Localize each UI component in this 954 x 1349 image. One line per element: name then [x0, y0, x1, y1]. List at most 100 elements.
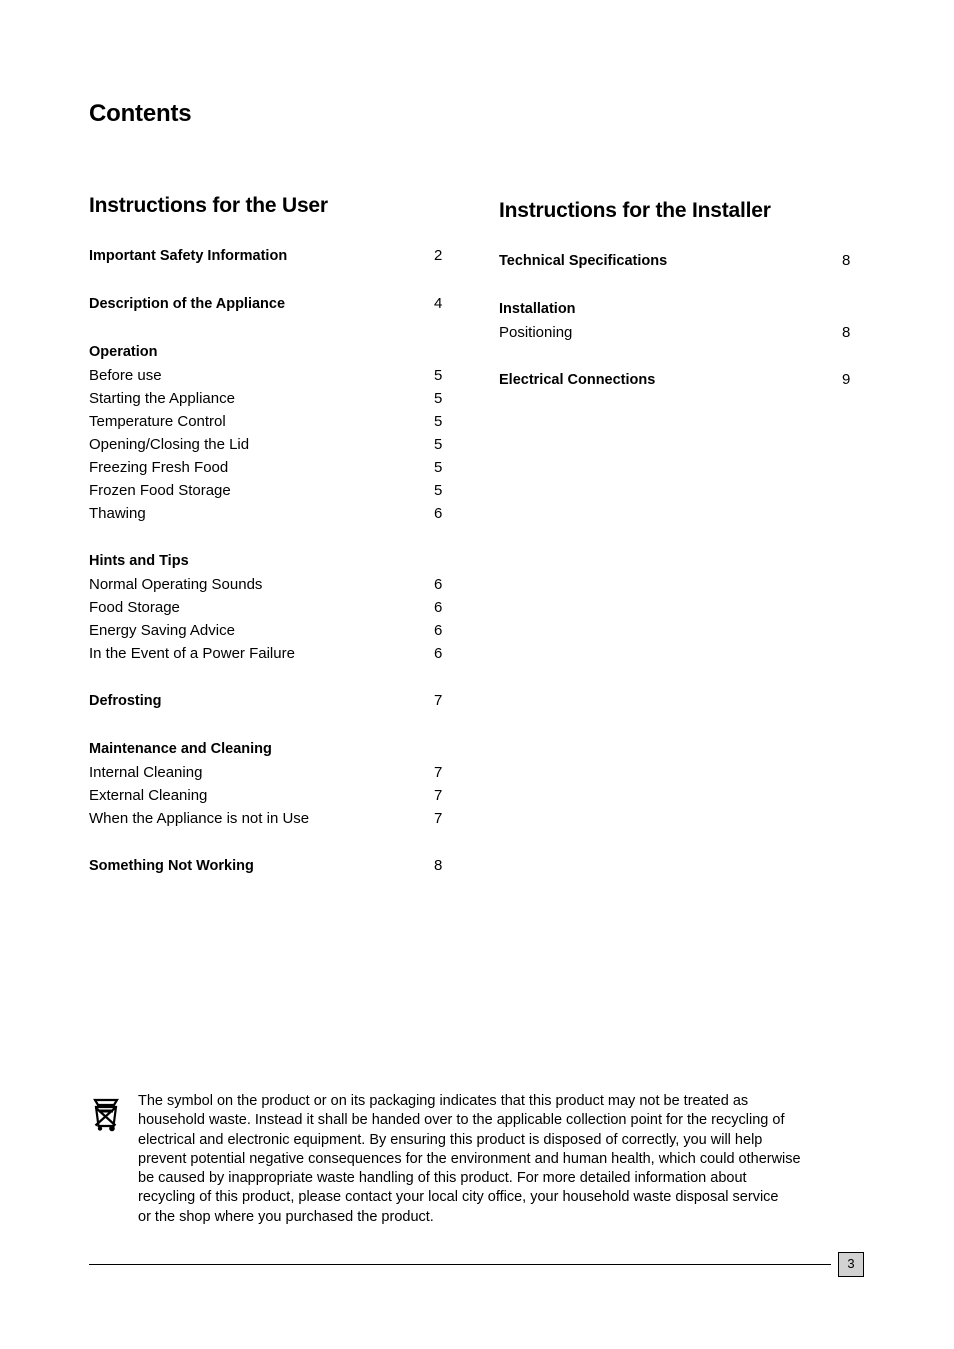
- toc-column-user: Instructions for the User Important Safe…: [89, 192, 449, 878]
- weee-note-line: prevent potential negative consequences …: [138, 1150, 801, 1167]
- toc-entry-label: Operation: [89, 344, 158, 360]
- toc-entry-label: Thawing: [89, 505, 146, 522]
- toc-entry-label: Something Not Working: [89, 858, 254, 874]
- toc-section-row[interactable]: Something Not Working 8: [89, 854, 449, 878]
- toc-entry-page-number: 2: [434, 247, 443, 264]
- toc-entry-page-number: 5: [434, 390, 443, 407]
- toc-spacer: [89, 830, 449, 854]
- toc-entry-row[interactable]: Positioning 8: [499, 321, 859, 344]
- toc-entry-label: Electrical Connections: [499, 372, 656, 388]
- toc-section-row[interactable]: Installation: [499, 297, 859, 321]
- toc-entry-row[interactable]: Internal Cleaning 7: [89, 761, 449, 784]
- toc-entry-label: Freezing Fresh Food: [89, 459, 229, 476]
- weee-note-line: The symbol on the product or on its pack…: [138, 1093, 749, 1109]
- toc-spacer: [89, 219, 449, 244]
- footer-divider: [89, 1264, 831, 1265]
- toc-entry-label: Before use: [89, 367, 162, 384]
- toc-spacer: [89, 665, 449, 689]
- toc-entry-page-number: 7: [434, 787, 443, 804]
- toc-entry-page-number: 6: [434, 576, 443, 593]
- toc-spacer: [89, 268, 449, 292]
- toc-entry-label: Hints and Tips: [89, 553, 189, 569]
- toc-section-row[interactable]: Operation: [89, 340, 449, 364]
- toc-entry-page-number: 6: [434, 645, 443, 662]
- toc-entry-row[interactable]: Temperature Control 5: [89, 410, 449, 433]
- toc-entry-page-number: 5: [434, 413, 443, 430]
- toc-entry-label: In the Event of a Power Failure: [89, 645, 295, 662]
- page-title: Contents: [89, 100, 192, 127]
- toc-entry-page-number: 7: [434, 764, 443, 781]
- weee-note-line: be caused by inappropriate waste handlin…: [138, 1170, 747, 1187]
- toc-entry-row[interactable]: External Cleaning 7: [89, 784, 449, 807]
- toc-entry-row[interactable]: Food Storage 6: [89, 596, 449, 619]
- toc-entry-page-number: 4: [434, 295, 443, 312]
- toc-entry-label: Positioning: [499, 324, 573, 341]
- toc-entry-page-number: 6: [434, 599, 443, 616]
- toc-entry-page-number: 8: [434, 857, 443, 874]
- crossed-out-wheelie-bin-icon: [89, 1094, 123, 1132]
- toc-entry-label: When the Appliance is not in Use: [89, 810, 310, 827]
- page-number-badge: 3: [838, 1252, 864, 1277]
- toc-entry-label: Normal Operating Sounds: [89, 576, 263, 593]
- toc-spacer: [89, 525, 449, 549]
- toc-entry-label: Temperature Control: [89, 413, 226, 430]
- toc-entry-page-number: 5: [434, 482, 443, 499]
- toc-entry-label: Defrosting: [89, 693, 162, 709]
- toc-entry-row[interactable]: Starting the Appliance 5: [89, 387, 449, 410]
- toc-entry-row[interactable]: Energy Saving Advice 6: [89, 619, 449, 642]
- toc-section-row[interactable]: Technical Specifications 8: [499, 249, 859, 273]
- toc-section-row[interactable]: Description of the Appliance 4: [89, 292, 449, 316]
- toc-entry-page-number: 6: [434, 505, 443, 522]
- toc-entry-label: External Cleaning: [89, 787, 208, 804]
- toc-entry-page-number: 5: [434, 436, 443, 453]
- contents-page: Contents Instructions for the User Impor…: [0, 0, 954, 1349]
- toc-column-installer: Instructions for the Installer Technical…: [499, 192, 859, 392]
- toc-list-user: Important Safety Information 2 Description…: [89, 219, 449, 878]
- weee-note-line: household waste. Instead it shall be han…: [138, 1112, 785, 1129]
- weee-note-text: The symbol on the product or on its pack…: [138, 1092, 865, 1227]
- weee-note-line: electrical and electronic equipment. By …: [138, 1131, 763, 1148]
- toc-entry-page-number: 7: [434, 692, 443, 709]
- toc-entry-page-number: 9: [842, 371, 851, 388]
- toc-spacer: [499, 224, 859, 249]
- toc-entry-row[interactable]: Thawing 6: [89, 502, 449, 525]
- toc-entry-label: Maintenance and Cleaning: [89, 741, 272, 757]
- toc-entry-page-number: 6: [434, 622, 443, 639]
- toc-entry-page-number: 8: [842, 324, 851, 341]
- toc-entry-label: Technical Specifications: [499, 253, 668, 269]
- toc-entry-label: Important Safety Information: [89, 248, 288, 264]
- toc-entry-row[interactable]: Before use 5: [89, 364, 449, 387]
- toc-section-row[interactable]: Defrosting 7: [89, 689, 449, 713]
- toc-section-row[interactable]: Maintenance and Cleaning: [89, 737, 449, 761]
- weee-disposal-note: The symbol on the product or on its pack…: [89, 1092, 865, 1227]
- toc-entry-page-number: 7: [434, 810, 443, 827]
- toc-spacer: [499, 344, 859, 368]
- weee-note-line: recycling of this product, please contac…: [138, 1189, 779, 1206]
- toc-entry-label: Food Storage: [89, 599, 180, 616]
- toc-entry-label: Frozen Food Storage: [89, 482, 231, 499]
- toc-section-row[interactable]: Important Safety Information 2: [89, 244, 449, 268]
- toc-entry-label: Description of the Appliance: [89, 296, 286, 312]
- column-heading-installer: Instructions for the Installer: [499, 199, 771, 222]
- toc-entry-page-number: 8: [842, 252, 851, 269]
- toc-spacer: [89, 713, 449, 737]
- toc-entry-row[interactable]: Frozen Food Storage 5: [89, 479, 449, 502]
- toc-entry-row[interactable]: When the Appliance is not in Use 7: [89, 807, 449, 830]
- toc-entry-label: Starting the Appliance: [89, 390, 235, 407]
- toc-entry-row[interactable]: Freezing Fresh Food 5: [89, 456, 449, 479]
- toc-entry-row[interactable]: Normal Operating Sounds 6: [89, 573, 449, 596]
- toc-entry-label: Opening/Closing the Lid: [89, 436, 250, 453]
- toc-section-row[interactable]: Electrical Connections 9: [499, 368, 859, 392]
- toc-section-row[interactable]: Hints and Tips: [89, 549, 449, 573]
- toc-entry-row[interactable]: In the Event of a Power Failure 6: [89, 642, 449, 665]
- weee-note-line: or the shop where you purchased the prod…: [138, 1208, 434, 1225]
- toc-spacer: [89, 316, 449, 340]
- toc-entry-label: Installation: [499, 301, 576, 317]
- toc-list-installer: Technical Specifications 8 Installation Pos…: [499, 224, 859, 392]
- toc-entry-label: Energy Saving Advice: [89, 622, 235, 639]
- toc-entry-row[interactable]: Opening/Closing the Lid 5: [89, 433, 449, 456]
- toc-entry-page-number: 5: [434, 367, 443, 384]
- column-heading-user: Instructions for the User: [89, 194, 328, 217]
- toc-entry-label: Internal Cleaning: [89, 764, 203, 781]
- toc-spacer: [499, 273, 859, 297]
